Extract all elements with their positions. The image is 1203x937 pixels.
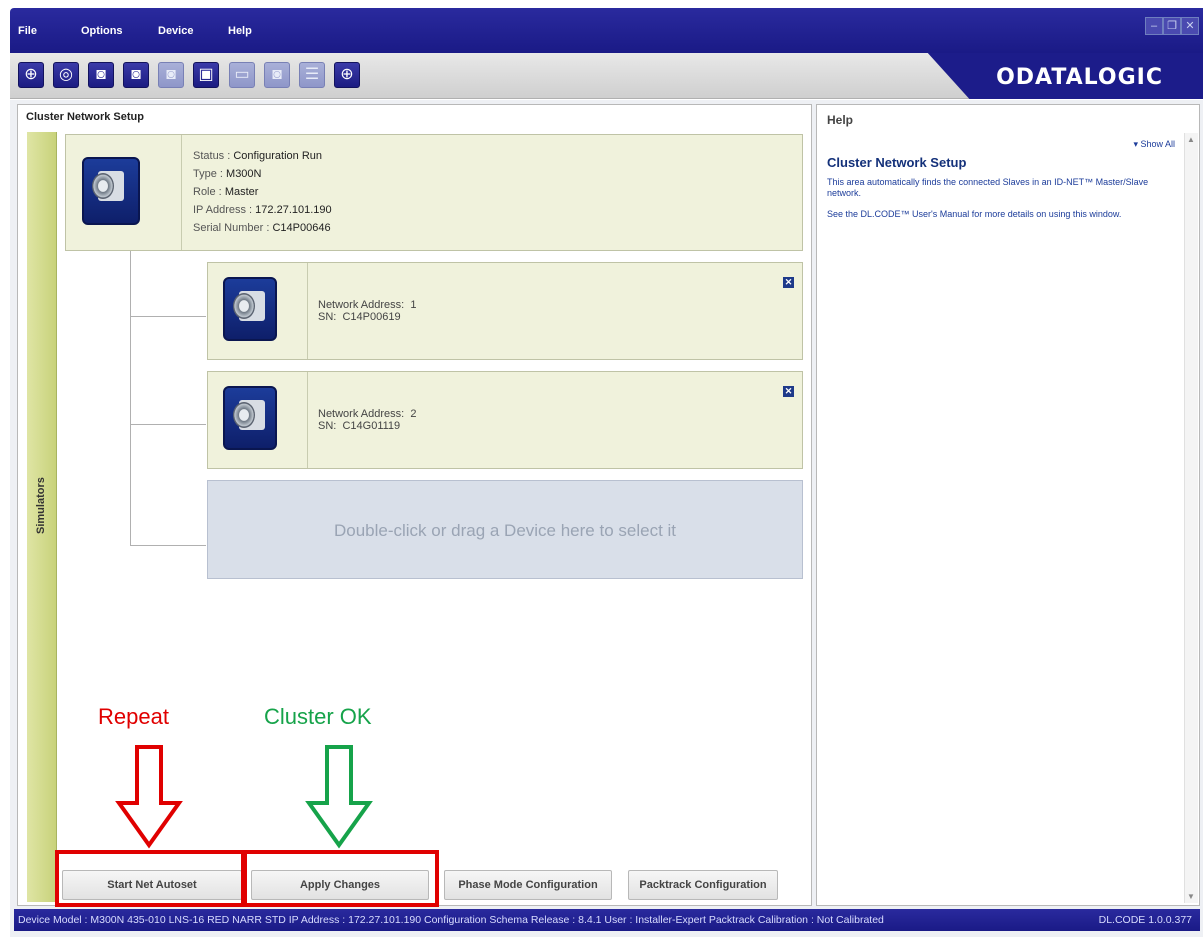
serial-value: C14P00646 (272, 222, 331, 234)
restore-icon[interactable]: ❐ (1163, 17, 1181, 35)
scroll-down-icon[interactable]: ▼ (1187, 892, 1195, 901)
packtrack-configuration-button[interactable]: Packtrack Configuration (628, 870, 778, 900)
device-transfer-icon[interactable]: ▣ (193, 62, 219, 88)
tree-branch (130, 316, 206, 317)
master-info: Status : Configuration Run Type : M300N … (193, 147, 332, 237)
type-value: M300N (226, 168, 262, 180)
master-icon-box (66, 135, 182, 250)
phase-mode-configuration-button[interactable]: Phase Mode Configuration (444, 870, 612, 900)
menu-device[interactable]: Device (158, 25, 193, 37)
remove-slave-icon[interactable]: ✕ (783, 277, 794, 288)
highlight-box-start (55, 850, 245, 907)
status-value: Configuration Run (233, 150, 323, 162)
help-title: Help (827, 113, 854, 127)
down-arrow-green-icon (305, 745, 373, 849)
device-list-icon[interactable]: ☰ (299, 62, 325, 88)
network-address-label: Network Address: (318, 299, 405, 311)
slave-icon-box (208, 372, 308, 468)
window-icon[interactable]: ▭ (229, 62, 255, 88)
cluster-ok-annotation: Cluster OK (264, 704, 372, 729)
role-value: Master (224, 186, 259, 198)
connect-icon[interactable]: ⊕ (18, 62, 44, 88)
scanner-device-icon (82, 157, 140, 225)
crosshair-icon[interactable]: ⊕ (334, 62, 360, 88)
sn-value: C14G01119 (342, 420, 401, 432)
device-export-icon[interactable]: ◙ (123, 62, 149, 88)
datalogic-logo: ODATALOGIC (996, 65, 1163, 90)
network-address-value: 1 (410, 299, 417, 311)
sn-label: SN: (318, 311, 337, 323)
page-title: Cluster Network Setup (26, 111, 144, 123)
role-label: Role : (193, 186, 222, 198)
drop-zone-hint: Double-click or drag a Device here to se… (333, 521, 677, 540)
device-settings-icon[interactable]: ◙ (158, 62, 184, 88)
devices-icon[interactable]: ◎ (53, 62, 79, 88)
slave-device-card[interactable]: Network Address: 2 SN: C14G01119 ✕ (207, 371, 803, 469)
network-address-value: 2 (410, 408, 417, 420)
serial-label: Serial Number : (193, 222, 270, 234)
slave-info: Network Address: 1 SN: C14P00619 (318, 299, 416, 323)
device-monitor-icon[interactable]: ◙ (264, 62, 290, 88)
help-heading: Cluster Network Setup (827, 155, 967, 170)
help-scrollbar[interactable]: ▲ ▼ (1184, 133, 1198, 903)
device-drop-zone[interactable]: Double-click or drag a Device here to se… (207, 480, 803, 579)
status-label: Status : (193, 150, 231, 162)
slave-icon-box (208, 263, 308, 359)
tree-branch (130, 424, 206, 425)
master-device-card[interactable]: Status : Configuration Run Type : M300N … (65, 134, 803, 251)
tree-branch (130, 545, 206, 546)
minimize-icon[interactable]: – (1145, 17, 1163, 35)
slave-device-card[interactable]: Network Address: 1 SN: C14P00619 ✕ (207, 262, 803, 360)
toolbar: ⊕ ◎ ◙ ◙ ◙ ▣ ▭ ◙ ☰ ⊕ ODATALOGIC (10, 53, 1203, 99)
cluster-panel: Cluster Network Setup Simulators Status … (17, 104, 812, 907)
help-panel: Help ▾ Show All Cluster Network Setup Th… (816, 104, 1200, 906)
ip-label: IP Address : (193, 204, 253, 216)
sn-label: SN: (318, 420, 337, 432)
status-text: Device Model : M300N 435-010 LNS-16 RED … (18, 914, 884, 926)
scanner-device-icon (223, 386, 277, 450)
slave-info: Network Address: 2 SN: C14G01119 (318, 408, 416, 432)
show-all-link[interactable]: ▾ Show All (1133, 139, 1175, 150)
menu-bar: File Options Device Help – ❐ ✕ (10, 8, 1203, 53)
type-label: Type : (193, 168, 223, 180)
highlight-box-apply (243, 850, 439, 907)
version-label: DL.CODE 1.0.0.377 (1098, 914, 1192, 926)
help-paragraph: See the DL.CODE™ User's Manual for more … (827, 209, 1122, 219)
sn-value: C14P00619 (342, 311, 401, 323)
menu-file[interactable]: File (18, 25, 37, 37)
menu-options[interactable]: Options (81, 25, 123, 37)
ip-value: 172.27.101.190 (255, 204, 332, 216)
help-paragraph: This area automatically finds the connec… (827, 177, 1149, 198)
menu-help[interactable]: Help (228, 25, 252, 37)
scroll-up-icon[interactable]: ▲ (1187, 135, 1195, 144)
tree-line (130, 251, 131, 546)
simulators-tab[interactable]: Simulators (27, 132, 57, 902)
remove-slave-icon[interactable]: ✕ (783, 386, 794, 397)
close-icon[interactable]: ✕ (1181, 17, 1199, 35)
down-arrow-red-icon (115, 745, 183, 849)
window-controls: – ❐ ✕ (1145, 17, 1199, 35)
repeat-annotation: Repeat (98, 704, 169, 729)
status-bar: Device Model : M300N 435-010 LNS-16 RED … (14, 909, 1200, 931)
network-address-label: Network Address: (318, 408, 405, 420)
device-add-icon[interactable]: ◙ (88, 62, 114, 88)
simulators-label: Simulators (35, 477, 47, 534)
scanner-device-icon (223, 277, 277, 341)
